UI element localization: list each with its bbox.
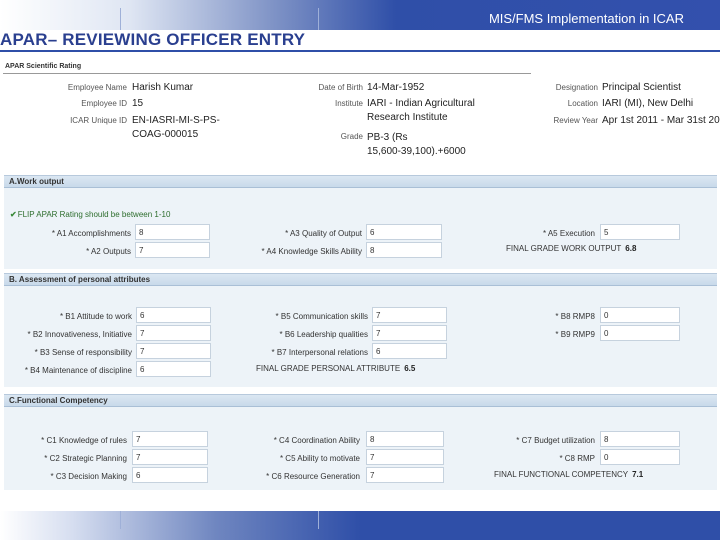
dob-value: 14-Mar-1952 [367,82,425,93]
icar-id-value-line2: COAG-000015 [132,129,199,140]
designation-label: Designation [555,83,598,92]
final-grade-personal-attribute-value: 6.5 [404,364,416,373]
b4-input[interactable] [136,361,211,377]
designation-value: Principal Scientist [602,82,681,93]
b3-input[interactable] [136,343,211,359]
institute-value-line1: IARI - Indian Agricultural [367,98,475,109]
b9-label: * B9 RMP9 [555,330,595,339]
employee-id-label: Employee ID [81,99,127,108]
section-work-output-title: A.Work output [4,176,717,188]
b6-input[interactable] [372,325,447,341]
b5-input[interactable] [372,307,447,323]
b1-label: * B1 Attitude to work [59,312,132,321]
c5-input[interactable] [366,449,444,465]
a1-input[interactable] [135,224,210,240]
slide-title: APAR– REVIEWING OFFICER ENTRY [0,30,306,49]
final-grade-personal-attribute-label: FINAL GRADE PERSONAL ATTRIBUTE [256,364,401,373]
section-functional-competency: C.Functional Competency * C1 Knowledge o… [4,394,717,490]
footer-tick [318,511,319,529]
c3-label: * C3 Decision Making [50,472,127,481]
b2-input[interactable] [136,325,211,341]
rating-tip-text: FLIP APAR Rating should be between 1-10 [17,210,171,219]
c6-input[interactable] [366,467,444,483]
final-grade-personal-attribute: FINAL GRADE PERSONAL ATTRIBUTE 6.5 [256,364,415,373]
c1-label: * C1 Knowledge of rules [41,436,127,445]
c3-input[interactable] [132,467,208,483]
slide-subtitle: MIS/FMS Implementation in ICAR [488,11,684,26]
final-functional-competency-label: FINAL FUNCTIONAL COMPETENCY [494,470,629,479]
employee-name-label: Employee Name [67,83,127,92]
c5-label: * C5 Ability to motivate [279,454,360,463]
final-functional-competency: FINAL FUNCTIONAL COMPETENCY 7.1 [494,470,643,479]
b7-input[interactable] [372,343,447,359]
icar-id-label: ICAR Unique ID [70,116,127,125]
a4-input[interactable] [366,242,442,258]
a2-input[interactable] [135,242,210,258]
apar-form: APAR Scientific Rating Employee Name Har… [3,58,720,490]
a3-input[interactable] [366,224,442,240]
a4-label: * A4 Knowledge Skills Ability [261,247,363,256]
rating-tip: ✔FLIP APAR Rating should be between 1-10 [10,210,170,219]
b1-input[interactable] [136,307,211,323]
grade-label: Grade [340,132,363,141]
final-grade-work-output-value: 6.8 [625,244,637,253]
b9-input[interactable] [600,325,680,341]
grade-value-line1: PB-3 (Rs [367,132,408,143]
footer-band [0,511,720,540]
review-year-value: Apr 1st 2011 - Mar 31st 2012 [602,115,720,126]
a3-label: * A3 Quality of Output [285,229,362,238]
a1-label: * A1 Accomplishments [51,229,131,238]
b8-label: * B8 RMP8 [555,312,595,321]
review-year-label: Review Year [553,116,598,125]
a2-label: * A2 Outputs [86,247,131,256]
b5-label: * B5 Communication skills [275,312,368,321]
c2-input[interactable] [132,449,208,465]
employee-id-value: 15 [132,98,144,109]
check-icon: ✔ [10,210,17,219]
section-personal-attributes: B. Assessment of personal attributes * B… [4,273,717,387]
section-functional-competency-title: C.Functional Competency [4,395,717,407]
c4-label: * C4 Coordination Ability [273,436,360,445]
final-functional-competency-value: 7.1 [632,470,644,479]
employee-name-value: Harish Kumar [132,82,194,93]
a5-label: * A5 Execution [542,229,595,238]
c1-input[interactable] [132,431,208,447]
c6-label: * C6 Resource Generation [266,472,360,481]
c4-input[interactable] [366,431,444,447]
c8-label: * C8 RMP [559,454,595,463]
b4-label: * B4 Maintenance of discipline [24,366,132,375]
header-tick [318,8,319,30]
institute-value-line2: Research Institute [367,112,448,123]
location-value: IARI (MI), New Delhi [602,98,694,109]
b7-label: * B7 Interpersonal relations [271,348,369,357]
footer-tick [120,511,121,529]
c7-input[interactable] [600,431,680,447]
title-rule [0,50,720,52]
form-heading-rule [3,73,531,74]
c8-input[interactable] [600,449,680,465]
final-grade-work-output: FINAL GRADE WORK OUTPUT 6.8 [506,244,636,253]
b8-input[interactable] [600,307,680,323]
institute-label: Institute [334,99,363,108]
location-label: Location [567,99,598,108]
final-grade-work-output-label: FINAL GRADE WORK OUTPUT [506,244,622,253]
a5-input[interactable] [600,224,680,240]
b3-label: * B3 Sense of responsibility [34,348,132,357]
b6-label: * B6 Leadership qualities [279,330,368,339]
icar-id-value-line1: EN-IASRI-MI-S-PS- [132,115,220,126]
dob-label: Date of Birth [318,83,363,92]
c7-label: * C7 Budget utilization [516,436,595,445]
form-heading: APAR Scientific Rating [5,63,82,70]
section-work-output: A.Work output ✔FLIP APAR Rating should b… [4,175,717,269]
b2-label: * B2 Innovativeness, Initiative [27,330,132,339]
grade-value-line2: 15,600-39,100).+6000 [367,146,466,157]
c2-label: * C2 Strategic Planning [44,454,127,463]
section-personal-attributes-title: B. Assessment of personal attributes [4,274,717,286]
header-tick [120,8,121,30]
